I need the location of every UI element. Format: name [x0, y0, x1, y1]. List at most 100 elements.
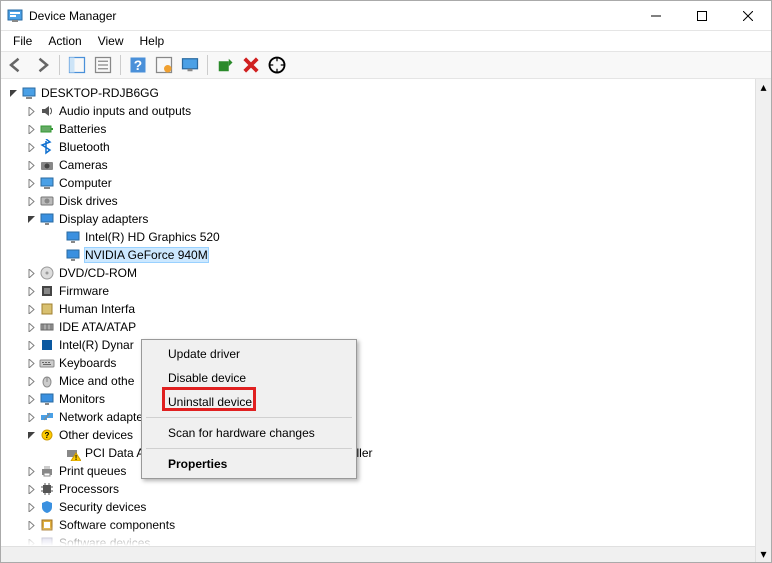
- tree-item-label: Display adapters: [59, 212, 148, 226]
- tree-item-label: NVIDIA GeForce 940M: [85, 248, 208, 262]
- tree-item-label: Other devices: [59, 428, 133, 442]
- forward-button[interactable]: [31, 54, 53, 76]
- add-hardware-button[interactable]: [266, 54, 288, 76]
- tree-category-bluetooth[interactable]: Bluetooth: [1, 138, 755, 156]
- expand-toggle-icon[interactable]: [23, 409, 39, 425]
- tree-category-camera[interactable]: Cameras: [1, 156, 755, 174]
- expand-toggle-icon[interactable]: [5, 85, 21, 101]
- tree-category-ide[interactable]: IDE ATA/ATAP: [1, 318, 755, 336]
- vertical-scrollbar[interactable]: ▴ ▾: [755, 79, 771, 562]
- cpu-icon: [39, 481, 55, 497]
- tree-category-battery[interactable]: Batteries: [1, 120, 755, 138]
- tree-category-security[interactable]: Security devices: [1, 498, 755, 516]
- expand-toggle-icon[interactable]: [23, 103, 39, 119]
- tree-category-monitor[interactable]: Monitors: [1, 390, 755, 408]
- camera-icon: [39, 157, 55, 173]
- tree-category-other[interactable]: ? Other devices: [1, 426, 755, 444]
- ide-icon: [39, 319, 55, 335]
- expand-toggle-icon[interactable]: [23, 319, 39, 335]
- tree-category-keyboard[interactable]: Keyboards: [1, 354, 755, 372]
- expand-toggle-icon[interactable]: [23, 211, 39, 227]
- svg-text:?: ?: [45, 431, 50, 440]
- toolbar: ?: [1, 51, 771, 79]
- device-tree[interactable]: DESKTOP-RDJB6GGAudio inputs and outputsB…: [1, 79, 755, 562]
- tree-category-speaker[interactable]: Audio inputs and outputs: [1, 102, 755, 120]
- scan-hardware-button[interactable]: [214, 54, 236, 76]
- tree-category-intel[interactable]: Intel(R) Dynar: [1, 336, 755, 354]
- expand-toggle-icon[interactable]: [23, 427, 39, 443]
- expand-toggle-icon[interactable]: [49, 445, 65, 461]
- tree-category-disk[interactable]: Disk drives: [1, 192, 755, 210]
- horizontal-scrollbar[interactable]: [1, 546, 755, 562]
- tree-item-label: DESKTOP-RDJB6GG: [41, 86, 159, 100]
- expand-toggle-icon[interactable]: [23, 157, 39, 173]
- expand-toggle-icon[interactable]: [23, 121, 39, 137]
- context-menu-item[interactable]: Update driver: [144, 342, 354, 366]
- action-button[interactable]: [153, 54, 175, 76]
- tree-category-network[interactable]: Network adapters: [1, 408, 755, 426]
- menu-action[interactable]: Action: [40, 32, 89, 50]
- monitor-icon: [39, 391, 55, 407]
- tree-device-6-0[interactable]: Intel(R) HD Graphics 520: [1, 228, 755, 246]
- expand-toggle-icon[interactable]: [23, 265, 39, 281]
- context-menu-item[interactable]: Scan for hardware changes: [144, 421, 354, 445]
- context-menu-item[interactable]: Uninstall device: [144, 390, 354, 414]
- tree-category-firmware[interactable]: Firmware: [1, 282, 755, 300]
- expand-toggle-icon[interactable]: [23, 139, 39, 155]
- expand-toggle-icon[interactable]: [49, 229, 65, 245]
- expand-toggle-icon[interactable]: [23, 391, 39, 407]
- expand-toggle-icon[interactable]: [23, 175, 39, 191]
- expand-toggle-icon[interactable]: [23, 373, 39, 389]
- tree-category-computer[interactable]: Computer: [1, 174, 755, 192]
- disk-icon: [39, 193, 55, 209]
- expand-toggle-icon[interactable]: [23, 463, 39, 479]
- minimize-button[interactable]: [633, 1, 679, 30]
- tree-category-component[interactable]: Software components: [1, 516, 755, 534]
- context-menu-item[interactable]: Properties: [144, 452, 354, 476]
- expand-toggle-icon[interactable]: [49, 247, 65, 263]
- expand-toggle-icon[interactable]: [23, 481, 39, 497]
- tree-category-hid[interactable]: Human Interfa: [1, 300, 755, 318]
- close-button[interactable]: [725, 1, 771, 30]
- tree-category-cpu[interactable]: Processors: [1, 480, 755, 498]
- menu-view[interactable]: View: [90, 32, 132, 50]
- tree-root[interactable]: DESKTOP-RDJB6GG: [1, 84, 755, 102]
- tree-category-display[interactable]: Display adapters: [1, 210, 755, 228]
- maximize-button[interactable]: [679, 1, 725, 30]
- tree-item-label: Bluetooth: [59, 140, 110, 154]
- display-icon: [65, 229, 81, 245]
- bluetooth-icon: [39, 139, 55, 155]
- help-button[interactable]: ?: [127, 54, 149, 76]
- properties-button[interactable]: [92, 54, 114, 76]
- menu-file[interactable]: File: [5, 32, 40, 50]
- tree-item-label: Security devices: [59, 500, 146, 514]
- tree-item-label: Human Interfa: [59, 302, 135, 316]
- monitor-button[interactable]: [179, 54, 201, 76]
- tree-item-label: Computer: [59, 176, 112, 190]
- svg-text:?: ?: [134, 58, 142, 73]
- scroll-up-icon[interactable]: ▴: [756, 79, 771, 95]
- menu-help[interactable]: Help: [132, 32, 173, 50]
- back-button[interactable]: [5, 54, 27, 76]
- computer_root-icon: [21, 85, 37, 101]
- tree-category-mouse[interactable]: Mice and othe: [1, 372, 755, 390]
- window-title: Device Manager: [29, 9, 633, 23]
- uninstall-button[interactable]: [240, 54, 262, 76]
- expand-toggle-icon[interactable]: [23, 355, 39, 371]
- expand-toggle-icon[interactable]: [23, 283, 39, 299]
- tree-device-16-0[interactable]: !PCI Data Acquisition and Signal Process…: [1, 444, 755, 462]
- expand-toggle-icon[interactable]: [23, 301, 39, 317]
- tree-category-dvd[interactable]: DVD/CD-ROM: [1, 264, 755, 282]
- tree-device-6-1[interactable]: NVIDIA GeForce 940M: [1, 246, 755, 264]
- scrollbar-track[interactable]: [756, 95, 771, 546]
- expand-toggle-icon[interactable]: [23, 517, 39, 533]
- scroll-down-icon[interactable]: ▾: [756, 546, 771, 562]
- expand-toggle-icon[interactable]: [23, 193, 39, 209]
- show-hide-tree-button[interactable]: [66, 54, 88, 76]
- security-icon: [39, 499, 55, 515]
- expand-toggle-icon[interactable]: [23, 499, 39, 515]
- tree-category-printer[interactable]: Print queues: [1, 462, 755, 480]
- toolbar-separator: [120, 55, 121, 75]
- expand-toggle-icon[interactable]: [23, 337, 39, 353]
- context-menu-item[interactable]: Disable device: [144, 366, 354, 390]
